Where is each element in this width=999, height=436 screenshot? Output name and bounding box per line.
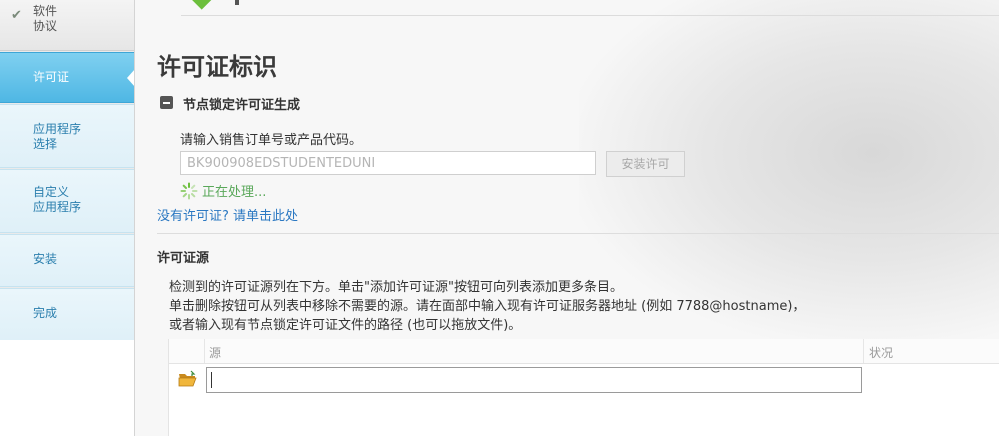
sidebar-item-label: 自定义 应用程序 <box>33 185 82 214</box>
license-source-title: 许可证源 <box>157 251 210 266</box>
active-indicator <box>127 69 134 87</box>
install-license-button[interactable]: 安装许可 <box>606 151 685 177</box>
column-separator <box>863 339 864 363</box>
sidebar-item-finish[interactable]: 完成 <box>0 288 134 341</box>
serial-number-input[interactable]: BK900908EDSTUDENTEDUNI <box>180 151 596 175</box>
page-title: 许可证标识 <box>157 53 277 81</box>
sidebar: ✔ 软件 协议 许可证 应用程序 选择 自定义 应用程序 安装 完成 <box>0 0 135 436</box>
sidebar-item-label: 完成 <box>33 306 58 320</box>
check-icon: ✔ <box>11 8 22 23</box>
no-license-link[interactable]: 没有许可证? 请单击此处 <box>157 205 298 224</box>
column-header-status[interactable]: 状况 <box>869 344 893 361</box>
license-source-description-line: 检测到的许可证源列在下方。单击"添加许可证源"按钮可向列表添加更多条目。 <box>169 280 623 295</box>
node-locked-section-title[interactable]: 节点锁定许可证生成 <box>183 94 300 113</box>
spinner-icon <box>180 182 198 200</box>
header-divider <box>181 15 999 16</box>
license-source-table: 源 状况 <box>168 339 999 436</box>
logo-fragment <box>235 0 239 5</box>
collapse-minus-icon[interactable] <box>160 96 173 109</box>
logo-icon <box>190 0 212 10</box>
license-source-description-line: 单击删除按钮可从列表中移除不需要的源。请在面部中输入现有许可证服务器地址 (例如… <box>169 299 806 314</box>
license-source-input[interactable] <box>206 367 862 393</box>
sidebar-item-app-selection[interactable]: 应用程序 选择 <box>0 104 134 168</box>
sidebar-empty-area <box>0 340 134 436</box>
text-cursor <box>211 372 212 388</box>
folder-open-icon[interactable] <box>178 370 198 388</box>
serial-prompt: 请输入销售订单号或产品代码。 <box>180 133 363 148</box>
sidebar-item-label: 软件 协议 <box>33 4 58 33</box>
sidebar-item-label: 许可证 <box>33 70 70 84</box>
processing-status: 正在处理... <box>202 185 267 200</box>
license-source-description-line: 或者输入现有节点锁定许可证文件的路径 (也可以拖放文件)。 <box>169 318 522 333</box>
table-header: 源 状况 <box>169 339 999 364</box>
column-separator <box>204 339 205 363</box>
sidebar-item-install[interactable]: 安装 <box>0 234 134 287</box>
sidebar-item-label: 应用程序 选择 <box>33 122 82 151</box>
sidebar-item-license[interactable]: 许可证 <box>0 52 134 103</box>
main-panel: 许可证标识 节点锁定许可证生成 请输入销售订单号或产品代码。 BK900908E… <box>135 0 999 436</box>
sidebar-item-label: 安装 <box>33 252 58 266</box>
sidebar-item-customize[interactable]: 自定义 应用程序 <box>0 169 134 233</box>
column-header-source[interactable]: 源 <box>209 344 221 361</box>
section-divider <box>157 233 999 234</box>
sidebar-item-software-agreement[interactable]: ✔ 软件 协议 <box>0 0 134 51</box>
